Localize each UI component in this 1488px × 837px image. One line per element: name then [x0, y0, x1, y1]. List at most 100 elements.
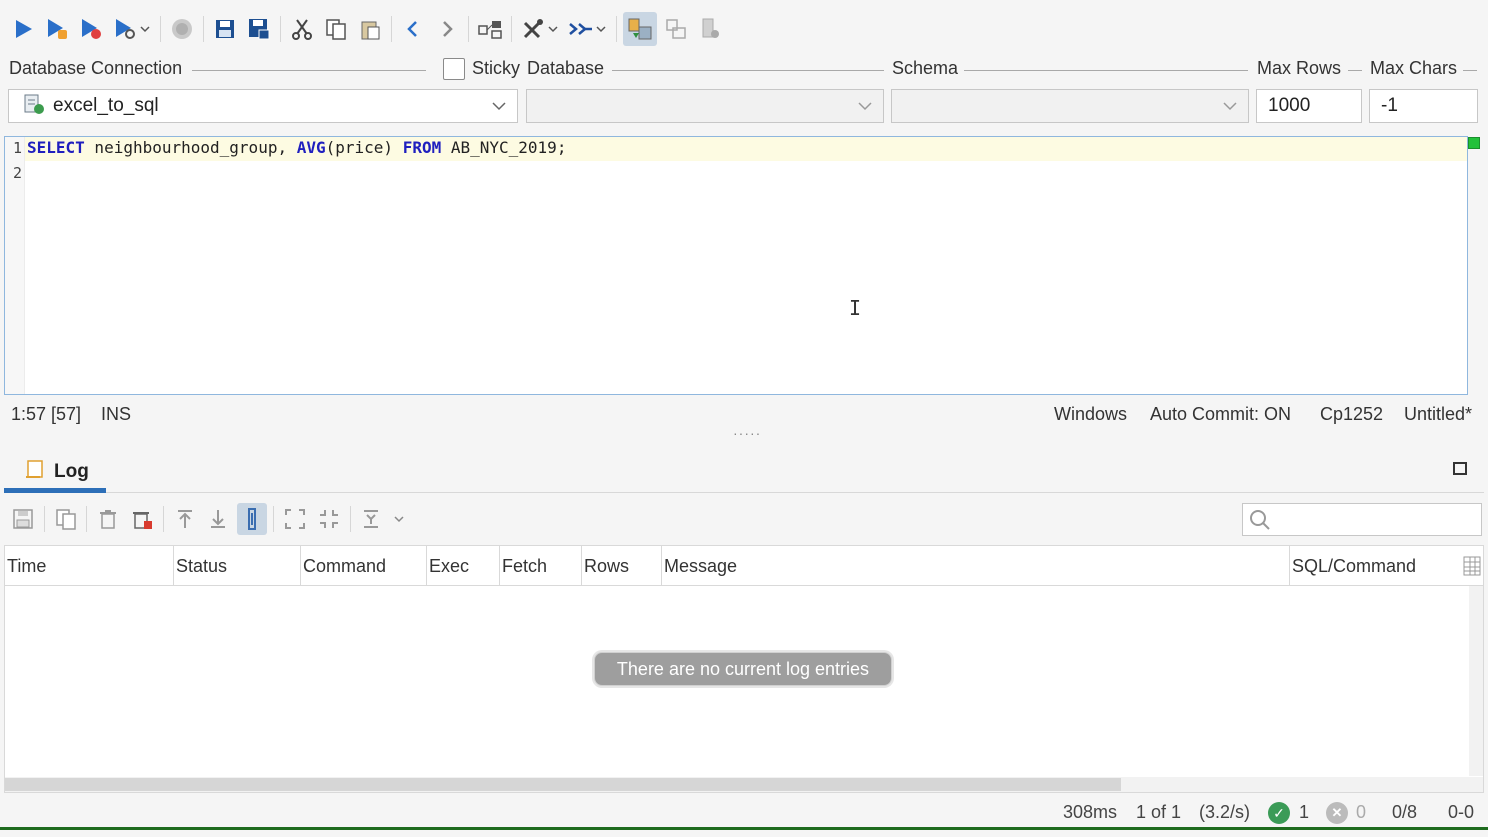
column-header-status[interactable]: Status — [174, 546, 301, 586]
format-icon[interactable] — [566, 14, 596, 44]
success-check-icon: ✓ — [1268, 802, 1290, 824]
scrollbar-thumb[interactable] — [5, 778, 1121, 791]
column-settings-icon[interactable] — [1463, 556, 1481, 581]
column-header-sql-command[interactable]: SQL/Command — [1290, 546, 1470, 586]
error-count: 0 — [1356, 802, 1367, 822]
column-header-fetch[interactable]: Fetch — [500, 546, 582, 586]
rows-fraction: 0/8 — [1392, 802, 1418, 822]
line-number-gutter: 1 2 — [5, 137, 25, 394]
scroll-top-icon[interactable] — [170, 503, 200, 535]
success-count: 1 — [1299, 802, 1310, 822]
search-icon — [1249, 509, 1271, 536]
execute-icon[interactable] — [8, 14, 38, 44]
tools-icon[interactable] — [518, 14, 548, 44]
max-chars-input[interactable]: -1 — [1369, 89, 1478, 123]
delete-icon[interactable] — [93, 503, 123, 535]
log-table[interactable]: Time Status Command Exec Fetch Rows Mess… — [4, 545, 1484, 793]
error-icon: ✕ — [1326, 802, 1348, 824]
paste-icon[interactable] — [355, 14, 385, 44]
execution-rate: (3.2/s) — [1199, 802, 1251, 822]
column-header-rows[interactable]: Rows — [582, 546, 662, 586]
execute-script-icon[interactable] — [76, 14, 106, 44]
connection-icon — [23, 93, 45, 120]
max-rows-label: Max Rows — [1257, 58, 1342, 78]
syntax-ok-marker — [1468, 137, 1480, 149]
bottom-border — [0, 827, 1488, 830]
chevron-down-icon[interactable] — [594, 14, 608, 44]
filter-icon[interactable] — [357, 503, 387, 535]
save-icon[interactable] — [8, 503, 38, 535]
label-rule — [964, 70, 1248, 71]
toolbar-divider — [511, 16, 512, 42]
database-connection-select[interactable]: excel_to_sql — [8, 89, 518, 123]
database-label: Database — [527, 58, 605, 78]
clear-log-icon[interactable] — [127, 503, 157, 535]
text-cursor-icon: I — [849, 296, 862, 320]
auto-commit-status[interactable]: Auto Commit: ON — [1150, 404, 1291, 425]
toolbar-divider — [86, 506, 88, 532]
column-header-time[interactable]: Time — [5, 546, 174, 586]
expand-all-icon[interactable] — [280, 503, 310, 535]
stop-icon[interactable] — [167, 14, 197, 44]
label-rule — [1463, 70, 1477, 71]
maximize-icon[interactable] — [1453, 462, 1467, 475]
save-icon[interactable] — [210, 14, 240, 44]
explain-icon[interactable] — [110, 14, 140, 44]
label-rule — [192, 70, 426, 71]
code-text: (price) — [325, 138, 403, 157]
keyword: SELECT — [27, 138, 85, 157]
sql-editor[interactable]: 1 2 SELECT neighbourhood_group, AVG(pric… — [4, 136, 1468, 395]
label-rule — [1348, 70, 1362, 71]
tab-log-label: Log — [54, 461, 89, 482]
toolbar-divider — [43, 506, 45, 532]
schema-select[interactable] — [891, 89, 1249, 123]
column-header-exec[interactable]: Exec — [427, 546, 500, 586]
forward-icon[interactable] — [432, 14, 462, 44]
file-name: Untitled* — [1404, 404, 1473, 424]
log-table-header: Time Status Command Exec Fetch Rows Mess… — [5, 546, 1483, 586]
results-panel-icon[interactable] — [695, 14, 725, 44]
toolbar-divider — [160, 16, 161, 42]
horizontal-scrollbar[interactable] — [5, 777, 1483, 792]
elapsed-time: 308ms — [1063, 802, 1118, 822]
line-number: 2 — [12, 164, 22, 182]
execute-selection-icon[interactable] — [42, 14, 72, 44]
back-icon[interactable] — [398, 14, 428, 44]
query-builder-icon[interactable] — [475, 14, 505, 44]
max-rows-input[interactable]: 1000 — [1256, 89, 1362, 123]
toolbar-divider — [273, 506, 275, 532]
toolbar-divider — [203, 16, 204, 42]
log-search-input[interactable] — [1242, 503, 1482, 536]
toolbar-divider — [162, 506, 164, 532]
encoding[interactable]: Cp1252 — [1320, 404, 1383, 425]
column-header-message[interactable]: Message — [662, 546, 1290, 586]
chevron-down-icon[interactable] — [384, 503, 414, 535]
connection-value: excel_to_sql — [53, 95, 159, 116]
log-toolbar — [0, 500, 420, 538]
tab-log[interactable]: Log — [4, 452, 106, 492]
copy-icon[interactable] — [51, 503, 81, 535]
database-select[interactable] — [526, 89, 884, 123]
collapse-all-icon[interactable] — [314, 503, 344, 535]
results-tab-icon[interactable] — [661, 14, 691, 44]
editor-to-results-icon[interactable] — [623, 12, 657, 46]
cut-icon[interactable] — [287, 14, 317, 44]
chevron-down-icon[interactable] — [546, 14, 560, 44]
code-text: neighbourhood_group, — [84, 138, 297, 157]
sticky-label: Sticky — [472, 58, 521, 78]
column-header-command[interactable]: Command — [301, 546, 427, 586]
copy-icon[interactable] — [321, 14, 351, 44]
vertical-scrollbar[interactable] — [1469, 586, 1483, 776]
tab-divider — [4, 492, 1484, 493]
chevron-down-icon[interactable] — [138, 14, 152, 44]
toolbar-divider — [468, 16, 469, 42]
scroll-bottom-icon[interactable] — [204, 503, 234, 535]
toolbar-divider — [280, 16, 281, 42]
sticky-checkbox[interactable] — [443, 58, 465, 80]
scroll-lock-icon[interactable] — [237, 503, 268, 535]
toolbar-divider — [391, 16, 392, 42]
line-ending[interactable]: Windows — [1054, 404, 1127, 425]
sql-code[interactable]: SELECT neighbourhood_group, AVG(price) F… — [27, 137, 566, 159]
splitter-grip[interactable]: ····· — [733, 425, 761, 441]
save-as-icon[interactable] — [244, 14, 274, 44]
